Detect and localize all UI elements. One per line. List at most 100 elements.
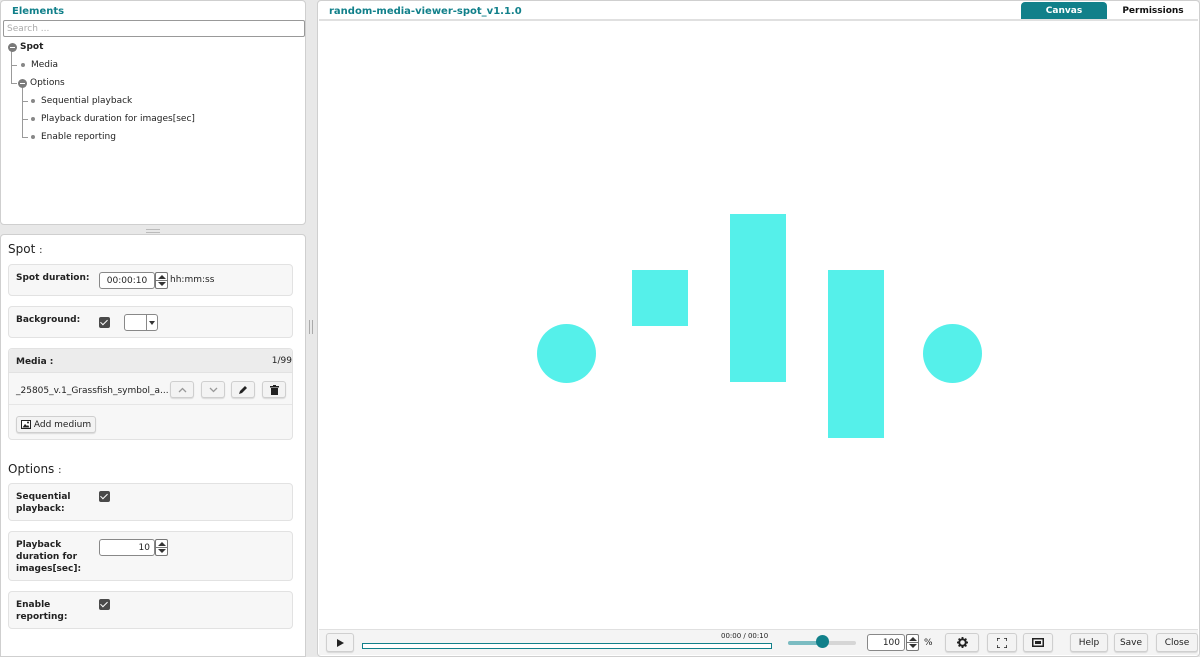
play-icon xyxy=(336,638,344,647)
tree-connector xyxy=(11,83,17,84)
spot-title: random-media-viewer-spot_v1.1.0 xyxy=(329,6,522,17)
tab-bar-underline xyxy=(319,19,1198,21)
background-color-picker[interactable] xyxy=(124,314,158,331)
decrement-icon[interactable] xyxy=(909,644,917,648)
tree-item-label: Sequential playback xyxy=(41,96,133,106)
sequential-playback-checkbox[interactable] xyxy=(99,491,110,502)
canvas-square[interactable] xyxy=(632,270,688,326)
horizontal-splitter-handle[interactable] xyxy=(146,229,160,233)
spinner-divider xyxy=(156,547,167,548)
media-list-item[interactable]: _25805_v.1_Grassfish_symbol_a... xyxy=(9,377,292,405)
tree-item-playback-duration[interactable]: Playback duration for images[sec] xyxy=(31,112,195,126)
vertical-splitter-handle[interactable] xyxy=(309,320,313,334)
canvas-circle-right[interactable] xyxy=(923,324,982,383)
spot-duration-label: Spot duration: xyxy=(16,273,90,283)
tab-canvas[interactable]: Canvas xyxy=(1021,2,1107,20)
spinner-divider xyxy=(156,280,167,281)
collapse-icon[interactable] xyxy=(18,78,27,88)
tab-permissions[interactable]: Permissions xyxy=(1110,2,1196,20)
fullscreen-button[interactable] xyxy=(987,633,1017,652)
fullscreen-icon xyxy=(997,637,1007,648)
search-input[interactable] xyxy=(3,20,305,37)
tree-item-label: Media xyxy=(31,60,59,70)
tree-item-label: Enable reporting xyxy=(41,132,116,142)
decrement-icon[interactable] xyxy=(158,282,166,286)
fit-screen-icon xyxy=(1032,638,1044,647)
tree-item-label: Spot xyxy=(20,42,44,52)
play-button[interactable] xyxy=(326,633,354,652)
close-button[interactable]: Close xyxy=(1156,633,1198,652)
media-box: Media : 1/99 _25805_v.1_Grassfish_symbol… xyxy=(8,348,293,440)
bullet-icon xyxy=(31,117,35,121)
chevron-up-icon xyxy=(178,387,186,392)
zoom-unit: % xyxy=(924,638,933,648)
color-dropdown[interactable] xyxy=(146,315,157,330)
enable-reporting-checkbox[interactable] xyxy=(99,599,110,610)
elements-panel: Elements Spot Media Options Sequential p… xyxy=(0,0,306,225)
bullet-icon xyxy=(31,99,35,103)
playback-duration-label: Playback duration for images[sec]: xyxy=(16,540,82,574)
save-button[interactable]: Save xyxy=(1114,633,1148,652)
delete-media-button[interactable] xyxy=(262,381,286,398)
enable-reporting-row: Enable reporting: xyxy=(8,591,293,629)
playback-control-bar: 00:00 / 00:10 100 % Help Save Close xyxy=(319,629,1198,655)
background-row: Background: xyxy=(8,306,293,338)
bullet-icon xyxy=(31,135,35,139)
main-panel: random-media-viewer-spot_v1.1.0 Canvas P… xyxy=(317,0,1200,657)
increment-icon[interactable] xyxy=(158,542,166,546)
spot-duration-spinner[interactable] xyxy=(155,272,168,289)
pencil-icon xyxy=(239,385,247,394)
volume-knob[interactable] xyxy=(816,635,829,648)
media-count: 1/99 xyxy=(271,356,292,366)
tree-item-enable-reporting[interactable]: Enable reporting xyxy=(31,130,116,144)
tree-connector xyxy=(22,87,23,138)
playback-duration-input[interactable]: 10 xyxy=(99,539,155,556)
enable-reporting-label: Enable reporting: xyxy=(16,600,68,622)
gear-icon xyxy=(956,637,968,648)
sequential-playback-label: Sequential playback: xyxy=(16,492,71,514)
spot-duration-row: Spot duration: 00:00:10 hh:mm:ss xyxy=(8,264,293,296)
edit-media-button[interactable] xyxy=(231,381,255,398)
chevron-down-icon xyxy=(209,387,217,392)
increment-icon[interactable] xyxy=(909,637,917,641)
zoom-spinner[interactable] xyxy=(906,634,919,651)
background-checkbox[interactable] xyxy=(99,317,110,328)
bullet-icon xyxy=(21,63,25,67)
image-icon xyxy=(20,420,31,429)
background-label: Background: xyxy=(16,315,81,325)
tree-item-sequential-playback[interactable]: Sequential playback xyxy=(31,94,132,108)
properties-panel: Spot : Spot duration: 00:00:10 hh:mm:ss … xyxy=(0,234,306,657)
increment-icon[interactable] xyxy=(158,275,166,279)
elements-title: Elements xyxy=(12,6,65,17)
spot-duration-input[interactable]: 00:00:10 xyxy=(99,272,155,289)
collapse-icon[interactable] xyxy=(8,42,17,52)
zoom-input[interactable]: 100 xyxy=(867,634,905,651)
tree-connector xyxy=(22,137,28,138)
spot-section-title: Spot : xyxy=(8,242,43,256)
tree-connector xyxy=(22,119,28,120)
options-section-title: Options : xyxy=(8,462,62,476)
timeline-slider[interactable] xyxy=(362,643,772,649)
add-medium-label: Add medium xyxy=(33,419,92,430)
move-down-button[interactable] xyxy=(201,381,225,398)
fit-screen-button[interactable] xyxy=(1023,633,1053,652)
canvas-bar-low[interactable] xyxy=(828,270,884,438)
decrement-icon[interactable] xyxy=(158,549,166,553)
playback-duration-spinner[interactable] xyxy=(155,539,168,556)
tree-item-media[interactable]: Media xyxy=(21,58,58,72)
settings-button[interactable] xyxy=(945,633,979,652)
tree-item-label: Playback duration for images[sec] xyxy=(41,114,195,124)
spinner-divider xyxy=(907,642,918,643)
move-up-button[interactable] xyxy=(170,381,194,398)
help-button[interactable]: Help xyxy=(1070,633,1108,652)
add-medium-button[interactable]: Add medium xyxy=(16,416,96,433)
duration-unit: hh:mm:ss xyxy=(170,275,215,285)
chevron-down-icon xyxy=(149,321,155,325)
tree-item-options[interactable]: Options xyxy=(18,76,65,90)
canvas-bar-tall[interactable] xyxy=(730,214,786,382)
playback-duration-row: Playback duration for images[sec]: 10 xyxy=(8,531,293,581)
canvas-circle-left[interactable] xyxy=(537,324,596,383)
tree-connector xyxy=(22,101,28,102)
tree-item-label: Options xyxy=(30,78,65,88)
tree-item-spot[interactable]: Spot xyxy=(8,40,43,54)
